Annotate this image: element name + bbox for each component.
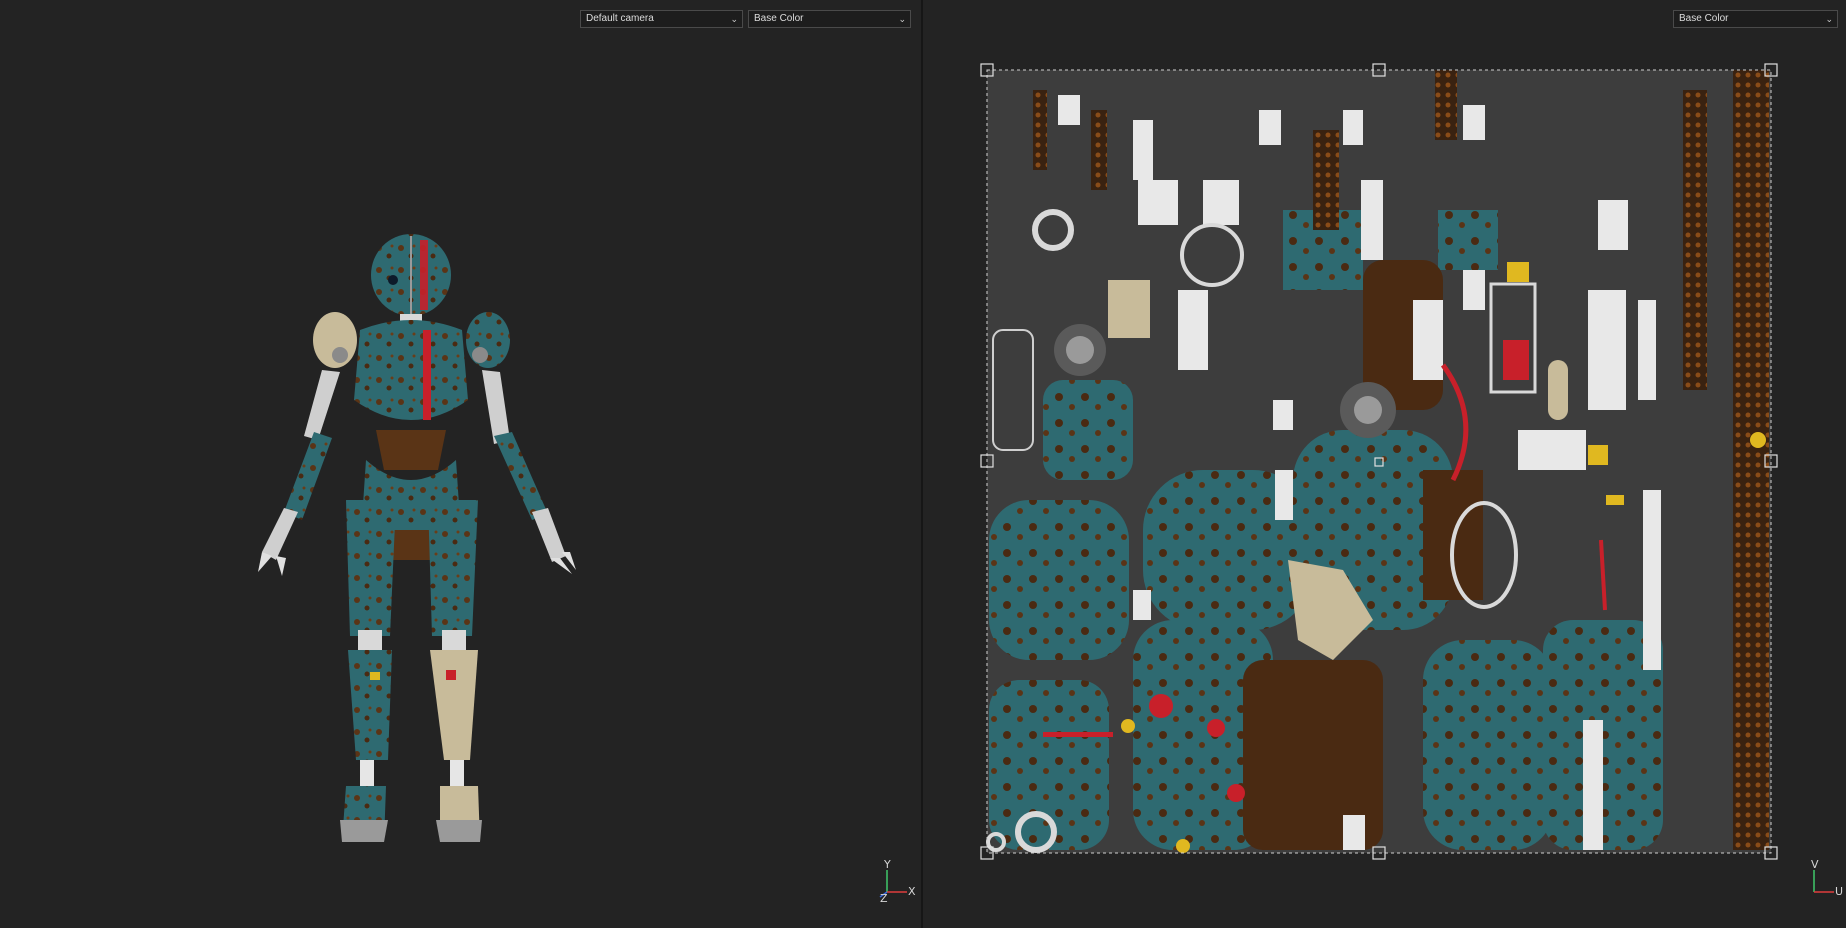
- axis-gizmo-uv: [1813, 870, 1834, 893]
- 3d-viewport[interactable]: Default camera ⌄ Base Color ⌄ Y X Z: [0, 0, 921, 928]
- y-axis-label: Y: [884, 858, 891, 871]
- u-axis-label: U: [1835, 885, 1844, 898]
- uv-viewport[interactable]: Base Color ⌄ V U: [923, 0, 1846, 928]
- x-axis-label: X: [908, 885, 916, 898]
- v-axis-label: V: [1811, 858, 1819, 871]
- z-axis-label: Z: [880, 892, 888, 905]
- axis-gizmo-3d: [879, 870, 907, 898]
